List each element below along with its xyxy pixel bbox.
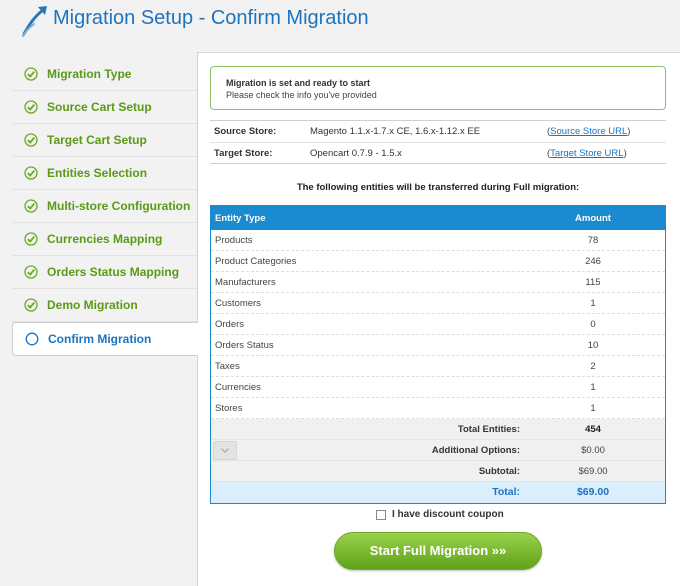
- main-panel: Migration is set and ready to start Plea…: [197, 52, 680, 586]
- total-entities-row: Total Entities: 454: [211, 419, 665, 440]
- target-store-url-link[interactable]: Target Store URL: [550, 148, 623, 159]
- check-circle-icon: [24, 100, 38, 114]
- additional-options-value: $0.00: [581, 445, 605, 456]
- subtotal-row: Subtotal: $69.00: [211, 461, 665, 482]
- entity-amount: 246: [585, 256, 601, 267]
- entity-amount: 115: [585, 277, 601, 288]
- entity-amount: 1: [590, 298, 596, 309]
- circle-icon: [25, 332, 39, 346]
- sidebar-item-label: Orders Status Mapping: [47, 265, 180, 279]
- target-store-value: Opencart 0.7.9 - 1.5.x: [310, 148, 402, 159]
- table-row: Currencies 1: [211, 377, 665, 398]
- sidebar-item-label: Confirm Migration: [48, 332, 152, 346]
- sidebar-item-confirm-migration[interactable]: Confirm Migration: [12, 322, 198, 356]
- entity-name: Manufacturers: [215, 277, 276, 288]
- additional-options-label: Additional Options:: [431, 445, 520, 456]
- target-store-label: Target Store:: [214, 148, 273, 159]
- subtotal-value: $69.00: [578, 466, 608, 477]
- entity-name: Orders Status: [215, 340, 274, 351]
- sidebar-item-source-cart-setup[interactable]: Source Cart Setup: [12, 91, 197, 124]
- table-row: Products 78: [211, 230, 665, 251]
- sidebar-item-demo-migration[interactable]: Demo Migration: [12, 289, 197, 322]
- discount-coupon-label: I have discount coupon: [392, 509, 504, 520]
- table-header: Entity Type Amount: [211, 206, 665, 230]
- entity-name: Taxes: [215, 361, 240, 372]
- sidebar: Migration Type Source Cart Setup Target …: [12, 58, 198, 356]
- chevron-down-icon: [221, 448, 229, 453]
- entities-table: Entity Type Amount Products 78 Product Ca…: [210, 205, 666, 504]
- sidebar-item-label: Currencies Mapping: [47, 232, 163, 246]
- entity-amount: 0: [590, 319, 596, 330]
- total-row: Total: $69.00: [211, 482, 665, 503]
- table-row: Customers 1: [211, 293, 665, 314]
- table-row: Manufacturers 115: [211, 272, 665, 293]
- sidebar-item-multi-store-configuration[interactable]: Multi-store Configuration: [12, 190, 197, 223]
- check-circle-icon: [24, 166, 38, 180]
- entity-amount: 1: [590, 382, 596, 393]
- total-entities-value: 454: [585, 424, 601, 435]
- table-row: Taxes 2: [211, 356, 665, 377]
- total-label: Total:: [492, 486, 520, 498]
- notice-subtitle: Please check the info you've provided: [226, 90, 377, 100]
- source-store-label: Source Store:: [214, 126, 277, 137]
- entity-name: Products: [215, 235, 253, 246]
- column-entity-type: Entity Type: [215, 213, 266, 224]
- entity-name: Currencies: [215, 382, 261, 393]
- entity-name: Customers: [215, 298, 261, 309]
- source-store-row: Source Store: Magento 1.1.x-1.7.x CE, 1.…: [214, 126, 631, 137]
- discount-coupon-checkbox[interactable]: [376, 509, 386, 520]
- check-circle-icon: [24, 199, 38, 213]
- logo-icon: [22, 6, 47, 37]
- table-row: Stores 1: [211, 398, 665, 419]
- options-toggle-button[interactable]: [213, 441, 237, 460]
- page-title: Migration Setup - Confirm Migration: [53, 7, 369, 29]
- table-row: Orders 0: [211, 314, 665, 335]
- entity-amount: 10: [587, 340, 599, 351]
- sidebar-item-label: Source Cart Setup: [47, 100, 152, 114]
- notice-title: Migration is set and ready to start: [226, 78, 371, 88]
- sidebar-item-entities-selection[interactable]: Entities Selection: [12, 157, 197, 190]
- entity-name: Product Categories: [215, 256, 297, 267]
- table-row: Product Categories 246: [211, 251, 665, 272]
- total-value: $69.00: [576, 486, 610, 498]
- source-store-url-link[interactable]: Source Store URL: [550, 126, 627, 137]
- total-entities-label: Total Entities:: [457, 424, 520, 435]
- check-circle-icon: [24, 133, 38, 147]
- check-circle-icon: [24, 265, 38, 279]
- sidebar-item-label: Entities Selection: [47, 166, 148, 180]
- sidebar-item-label: Multi-store Configuration: [47, 199, 191, 213]
- sidebar-item-migration-type[interactable]: Migration Type: [12, 58, 197, 91]
- additional-options-row: Additional Options: $0.00: [211, 440, 665, 461]
- sidebar-item-label: Target Cart Setup: [47, 133, 147, 147]
- sidebar-item-label: Migration Type: [47, 67, 132, 81]
- start-full-migration-button[interactable]: Start Full Migration »»: [334, 532, 542, 570]
- table-row: Orders Status 10: [211, 335, 665, 356]
- sidebar-item-label: Demo Migration: [47, 298, 138, 312]
- target-store-row: Target Store: Opencart 0.7.9 - 1.5.x (Ta…: [210, 142, 666, 163]
- status-notice: Migration is set and ready to start Plea…: [210, 66, 666, 110]
- discount-coupon-option[interactable]: I have discount coupon: [376, 509, 504, 520]
- check-circle-icon: [24, 67, 38, 81]
- entity-amount: 1: [590, 403, 596, 414]
- entity-amount: 2: [590, 361, 596, 372]
- source-store-value: Magento 1.1.x-1.7.x CE, 1.6.x-1.12.x EE: [310, 126, 481, 137]
- header: Migration Setup - Confirm Migration: [0, 0, 680, 42]
- column-amount: Amount: [575, 213, 611, 224]
- entity-name: Stores: [215, 403, 243, 414]
- check-circle-icon: [24, 232, 38, 246]
- entities-heading: The following entities will be transferr…: [296, 182, 580, 193]
- subtotal-label: Subtotal:: [478, 466, 520, 477]
- sidebar-item-currencies-mapping[interactable]: Currencies Mapping: [12, 223, 197, 256]
- sidebar-item-orders-status-mapping[interactable]: Orders Status Mapping: [12, 256, 197, 289]
- check-circle-icon: [24, 298, 38, 312]
- stores-table: Source Store: Magento 1.1.x-1.7.x CE, 1.…: [210, 120, 666, 164]
- sidebar-item-target-cart-setup[interactable]: Target Cart Setup: [12, 124, 197, 157]
- entity-name: Orders: [215, 319, 245, 330]
- entity-amount: 78: [587, 235, 599, 246]
